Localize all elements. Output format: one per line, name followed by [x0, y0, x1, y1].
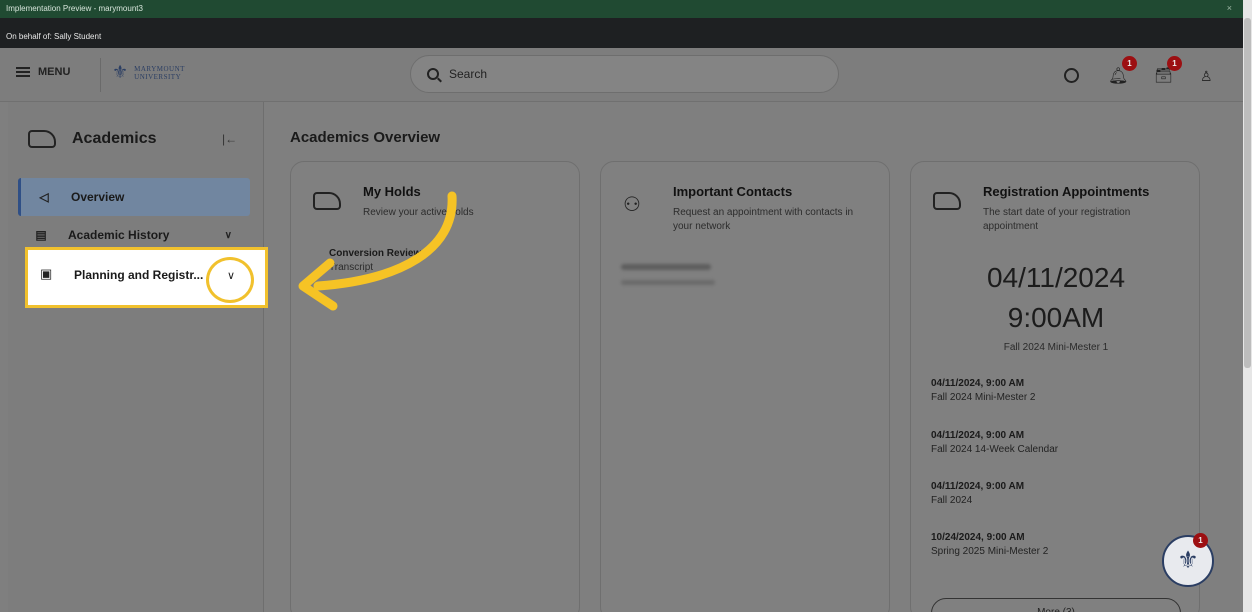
scrollbar-thumb[interactable]: [1244, 18, 1251, 368]
fleur-de-lis-icon: ⚜: [1177, 547, 1199, 574]
assistant-badge: 1: [1193, 533, 1208, 548]
tutorial-arrow: [298, 191, 457, 311]
arrow-curve: [313, 191, 457, 291]
scrollbar[interactable]: [1243, 0, 1252, 612]
